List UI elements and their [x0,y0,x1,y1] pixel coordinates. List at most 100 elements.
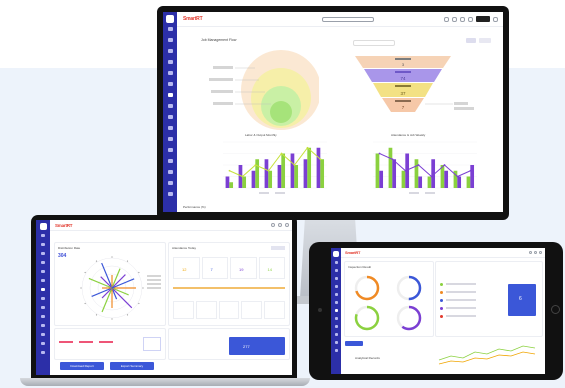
legend-item [409,192,419,194]
bar [466,176,471,188]
radar-tick [80,287,82,289]
sidebar-item[interactable] [334,341,338,344]
bar [294,165,299,188]
sidebar-item[interactable] [41,243,45,246]
radar-tick [138,271,140,274]
sidebar-item[interactable] [41,333,45,336]
sidebar-item[interactable] [167,181,173,185]
sidebar-item[interactable] [41,234,45,237]
sidebar-item[interactable] [334,269,338,272]
primary-button[interactable] [345,341,363,346]
legend-item [275,192,285,194]
status-dot-icon [440,290,443,294]
tablet-topbar: SmartRT [341,248,545,258]
sidebar-item[interactable] [167,104,173,108]
record-row[interactable] [440,280,500,288]
line-point [404,169,407,172]
funnel-value-3: 37 [400,91,406,96]
sidebar-item[interactable] [334,325,338,328]
distribution-card: Distribution Rate 304 [54,242,166,326]
sidebar-item[interactable] [334,301,338,304]
sidebar-item[interactable] [167,60,173,64]
sidebar-item[interactable] [334,293,338,296]
sidebar-item[interactable] [41,342,45,345]
period-select[interactable] [271,246,285,250]
user-icon[interactable] [493,16,498,22]
bar [401,170,406,188]
user-icon[interactable] [285,223,289,227]
radar-tick [126,314,129,316]
sidebar-item[interactable] [41,315,45,318]
stat-value: 14 [267,267,272,272]
shift-highlight: 277 [229,337,285,355]
sidebar-item[interactable] [41,270,45,273]
sidebar-item[interactable] [167,82,173,86]
sidebar-item[interactable] [167,115,173,119]
record-row[interactable] [440,296,500,304]
sidebar-item[interactable] [41,279,45,282]
sidebar-item[interactable] [167,71,173,75]
bar [242,176,247,188]
sidebar-item[interactable] [41,351,45,354]
sidebar-item[interactable] [167,93,173,97]
sidebar-item[interactable] [41,324,45,327]
sidebar-item[interactable] [167,192,173,196]
bell-icon[interactable] [271,223,275,227]
clock-display [476,16,490,22]
sidebar-item[interactable] [41,306,45,309]
funnel-chart: 3 74 37 7 [355,56,474,112]
sidebar-item[interactable] [334,277,338,280]
sidebar-item[interactable] [167,49,173,53]
laptop: SmartRT Distribution Rate 304 Attendance… [31,215,297,380]
refresh-icon[interactable] [460,16,465,22]
chart-right-title: Attendance & Job Weekly [391,133,426,137]
sidebar-item[interactable] [41,252,45,255]
home-button[interactable] [551,305,560,314]
sidebar-item[interactable] [167,137,173,141]
bar [281,153,286,188]
radial-spoke [111,274,126,289]
sidebar-item[interactable] [41,288,45,291]
sidebar-item[interactable] [334,333,338,336]
bar [277,165,282,188]
sidebar-item[interactable] [334,285,338,288]
sidebar-item[interactable] [334,261,338,264]
sidebar-item[interactable] [334,349,338,352]
bell-icon[interactable] [529,251,532,254]
settings-icon[interactable] [452,16,457,22]
sidebar-item[interactable] [167,126,173,130]
sidebar-item[interactable] [334,317,338,320]
filter-input[interactable] [353,40,395,46]
laptop-sidebar [36,220,50,375]
view-toggle[interactable] [479,38,491,43]
stat-card: 7 [201,257,228,279]
sidebar-item[interactable] [167,27,173,31]
line-point [378,152,381,155]
sidebar-item[interactable] [41,297,45,300]
settings-icon[interactable] [278,223,282,227]
help-icon[interactable] [468,16,473,22]
export-button[interactable]: Export Summary [110,362,154,370]
stat-card: 12 [173,257,200,279]
filter-toggle[interactable] [466,38,476,43]
settings-icon[interactable] [534,251,537,254]
sidebar-item[interactable] [167,170,173,174]
sidebar-item[interactable] [167,159,173,163]
bar [379,170,384,188]
record-row[interactable] [440,288,500,296]
sidebar-item[interactable] [167,38,173,42]
line-point [254,164,257,166]
line-point [469,169,472,172]
record-row[interactable] [440,304,500,312]
summary-cell [218,301,240,319]
download-button[interactable]: Download Report [60,362,104,370]
line-point [228,169,231,172]
record-row[interactable] [440,312,500,320]
user-icon[interactable] [539,251,542,254]
bell-icon[interactable] [444,16,449,22]
sidebar-item[interactable] [334,309,338,312]
inspection-title: Inspection Result [348,265,372,269]
search-input[interactable] [322,16,374,22]
sidebar-item[interactable] [167,148,173,152]
sidebar-item[interactable] [41,261,45,264]
